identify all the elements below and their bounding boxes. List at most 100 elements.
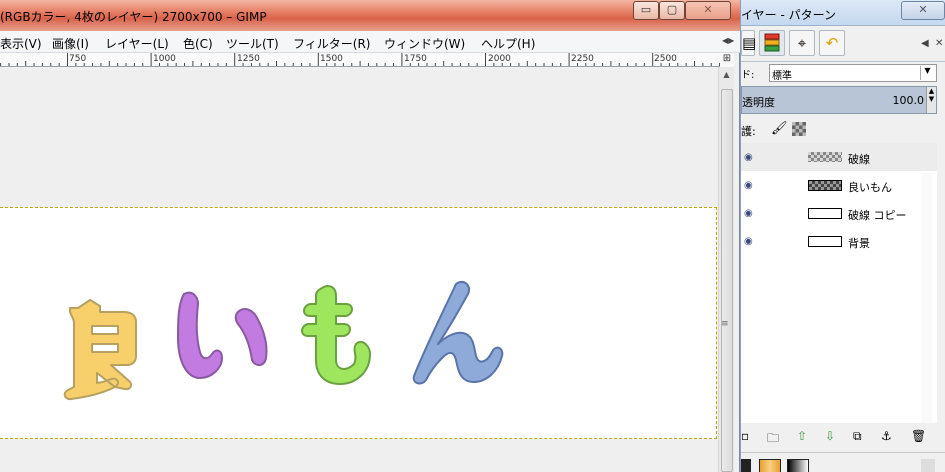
menu-image[interactable]: 画像(I) xyxy=(52,35,89,52)
window-titlebar[interactable]: (RGBカラー, 4枚のレイヤー) 2700x700 – GIMP ▭ ▢ ✕ xyxy=(0,0,740,31)
gimp-image-window: (RGBカラー, 4枚のレイヤー) 2700x700 – GIMP ▭ ▢ ✕ … xyxy=(0,0,740,472)
layer-row[interactable]: ◉ 破線 xyxy=(741,143,937,171)
char-i-hiragana xyxy=(176,291,268,380)
layer-row[interactable]: ◉ 破線 コピー xyxy=(741,199,937,227)
dock-close-button[interactable]: ✕ xyxy=(901,1,945,20)
tab-menu-icon[interactable]: ◀ xyxy=(921,38,929,49)
new-group-icon[interactable]: 🗀 xyxy=(767,429,779,450)
dock-resize-icon[interactable] xyxy=(921,459,935,472)
pages-icon: ▤ xyxy=(742,34,757,52)
dock-close-tab-icon[interactable]: ✕ xyxy=(935,38,943,49)
dock-bottom-strip xyxy=(741,452,945,472)
anchor-layer-icon[interactable]: ⚓ xyxy=(881,429,892,443)
dock-title: イヤー - パターン xyxy=(741,8,836,22)
horizontal-ruler[interactable]: 750 1000 1250 1500 1750 2000 2250 2500 xyxy=(0,53,720,67)
tab-undo[interactable]: ↶ xyxy=(819,30,845,56)
layer-thumbnail xyxy=(808,152,842,162)
ruler-label: 1750 xyxy=(404,54,427,64)
ruler-label: 2250 xyxy=(571,54,594,64)
menu-bar: 表示(V) 画像(I) レイヤー(L) 色(C) ツール(T) フィルター(R)… xyxy=(0,31,740,53)
opacity-slider[interactable]: 透明度 100.0 ▲ ▼ xyxy=(741,86,937,114)
menu-filters[interactable]: フィルター(R) xyxy=(293,35,370,52)
canvas-viewport[interactable] xyxy=(0,67,718,472)
mode-value: 標準 xyxy=(772,71,792,82)
maximize-button[interactable]: ▢ xyxy=(659,1,685,20)
char-n-hiragana xyxy=(412,280,504,385)
mode-label: ド: xyxy=(741,70,755,81)
char-mo-hiragana xyxy=(301,285,371,385)
minimize-button[interactable]: ▭ xyxy=(633,1,659,20)
close-icon: ✕ xyxy=(703,3,713,16)
close-button[interactable]: ✕ xyxy=(685,1,731,20)
lock-alpha-icon[interactable] xyxy=(792,122,806,136)
visibility-eye-icon[interactable]: ◉ xyxy=(744,152,753,163)
gradient-swatch[interactable] xyxy=(787,459,809,472)
menu-windows[interactable]: ウィンドウ(W) xyxy=(384,35,465,52)
close-icon: ✕ xyxy=(918,3,928,16)
lock-label: 護: xyxy=(741,125,756,138)
ruler-label: 2000 xyxy=(488,54,511,64)
navigate-icon[interactable]: ⊞ xyxy=(720,53,734,67)
lock-pixels-icon[interactable]: 🖌 xyxy=(771,121,788,136)
canvas-artwork xyxy=(63,280,504,401)
delete-layer-icon[interactable]: 🗑 xyxy=(911,429,926,443)
layer-list: ◉ 破線 ◉ 良いもん ◉ 破線 コピー ◉ 背景 xyxy=(741,143,937,423)
fg-color-swatch[interactable] xyxy=(741,459,751,472)
layers-dock-window: イヤー - パターン ✕ ▤ ⌖ ↶ ◀ ✕ ド: 標準 ▼ 透明度 100.0… xyxy=(740,0,945,472)
menu-overflow-icon[interactable]: ◀▶ xyxy=(722,36,734,45)
opacity-spinner[interactable]: ▲ ▼ xyxy=(926,87,936,113)
layer-mode-row: ド: 標準 ▼ xyxy=(741,62,945,84)
char-yoi-kanji xyxy=(63,299,137,401)
paths-icon: ⌖ xyxy=(797,34,807,52)
lower-layer-icon[interactable]: ⇩ xyxy=(825,429,835,443)
maximize-icon: ▢ xyxy=(666,3,678,16)
scroll-up-icon[interactable]: ▲ xyxy=(719,70,734,84)
ruler-label: 2500 xyxy=(654,54,677,64)
ruler-label: 1000 xyxy=(153,54,176,64)
raise-layer-icon[interactable]: ⇧ xyxy=(797,429,807,443)
layer-name: 破線 コピー xyxy=(848,209,907,222)
visibility-eye-icon[interactable]: ◉ xyxy=(744,236,753,247)
vertical-scrollbar[interactable]: ▲ xyxy=(718,67,734,472)
layer-thumbnail xyxy=(808,208,842,219)
layer-toolbar: ▫ 🗀 ⇧ ⇩ ⧉ ⚓ 🗑 xyxy=(741,425,945,449)
tab-paths[interactable]: ⌖ xyxy=(789,30,815,56)
menu-tools[interactable]: ツール(T) xyxy=(226,35,279,52)
layer-mode-select[interactable]: 標準 ▼ xyxy=(769,64,937,82)
minimize-icon: ▭ xyxy=(640,3,652,16)
layer-row[interactable]: ◉ 良いもん xyxy=(741,171,937,199)
ruler-ticks xyxy=(0,53,720,66)
dock-tab-bar: ▤ ⌖ ↶ ◀ ✕ xyxy=(741,26,945,62)
new-layer-icon[interactable]: ▫ xyxy=(741,429,749,443)
menu-layer[interactable]: レイヤー(L) xyxy=(105,35,169,52)
layer-thumbnail xyxy=(808,180,842,191)
menu-view[interactable]: 表示(V) xyxy=(0,35,42,52)
tab-layers[interactable] xyxy=(759,30,785,56)
pane-resize-grip-icon[interactable]: ≡ xyxy=(721,319,729,329)
opacity-value[interactable]: 100.0 xyxy=(893,94,925,107)
menu-help[interactable]: ヘルプ(H) xyxy=(481,35,535,52)
layer-row[interactable]: ◉ 背景 xyxy=(741,227,937,255)
layer-list-scrollbar[interactable] xyxy=(922,173,932,423)
layer-name: 良いもん xyxy=(848,181,892,194)
menu-colors[interactable]: 色(C) xyxy=(183,35,213,52)
desktop: (RGBカラー, 4枚のレイヤー) 2700x700 – GIMP ▭ ▢ ✕ … xyxy=(0,0,945,472)
scroll-thumb[interactable] xyxy=(721,89,733,472)
visibility-eye-icon[interactable]: ◉ xyxy=(744,180,753,191)
duplicate-layer-icon[interactable]: ⧉ xyxy=(853,429,862,444)
ruler-label: 1500 xyxy=(320,54,343,64)
image-canvas[interactable] xyxy=(0,207,717,439)
layers-icon xyxy=(764,33,780,52)
ruler-label: 1250 xyxy=(237,54,260,64)
window-title: (RGBカラー, 4枚のレイヤー) 2700x700 – GIMP xyxy=(0,10,267,24)
layer-name: 背景 xyxy=(848,237,870,250)
tab-pages-partial[interactable]: ▤ xyxy=(741,30,757,56)
visibility-eye-icon[interactable]: ◉ xyxy=(744,208,753,219)
layer-name: 破線 xyxy=(848,153,870,166)
lock-row: 護: 🖌 xyxy=(741,119,945,141)
layer-thumbnail xyxy=(808,236,842,247)
pattern-swatch[interactable] xyxy=(759,459,781,472)
opacity-label: 透明度 xyxy=(742,96,775,109)
ruler-label: 750 xyxy=(69,54,87,64)
dock-titlebar[interactable]: イヤー - パターン ✕ xyxy=(741,0,945,26)
